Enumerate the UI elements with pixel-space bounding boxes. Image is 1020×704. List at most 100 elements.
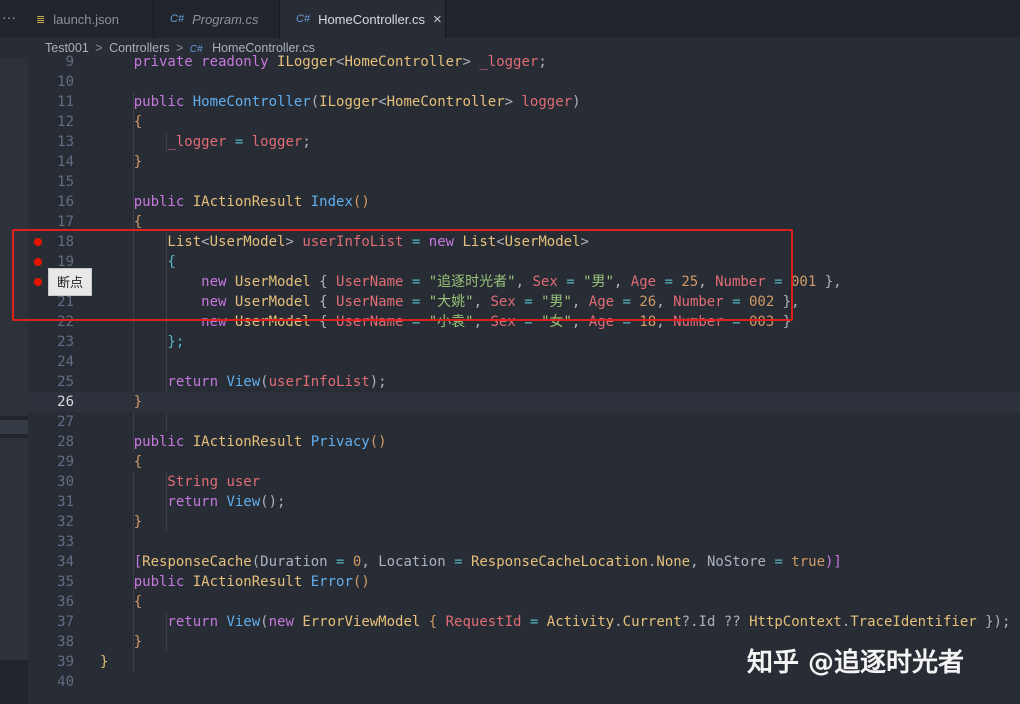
tab-label: launch.json bbox=[53, 11, 119, 27]
code-line[interactable]: 35 public IActionResult Error() bbox=[28, 572, 1020, 592]
line-number: 38 bbox=[57, 634, 74, 650]
code-editor[interactable]: 9 private readonly ILogger<HomeControlle… bbox=[28, 52, 1020, 704]
line-number: 26 bbox=[57, 394, 74, 410]
code-token: () bbox=[352, 574, 370, 590]
code-token: true bbox=[791, 554, 825, 570]
breakpoint-tooltip: 断点 bbox=[48, 268, 92, 296]
line-code: public IActionResult Error() bbox=[100, 572, 370, 592]
code-line[interactable]: 16 public IActionResult Index() bbox=[28, 192, 1020, 212]
code-token: }); bbox=[976, 614, 1011, 630]
tab-homecontroller-cs[interactable]: C# HomeController.cs × bbox=[280, 0, 446, 38]
code-token: None bbox=[656, 554, 691, 570]
code-token: = bbox=[445, 554, 471, 570]
tab-bar: ··· ≣ launch.json C# Program.cs C# HomeC… bbox=[0, 0, 1020, 38]
code-token: HttpContext bbox=[749, 614, 842, 630]
code-token: public bbox=[100, 574, 193, 590]
code-line[interactable]: 23 }; bbox=[28, 332, 1020, 352]
line-code: public IActionResult Privacy() bbox=[100, 432, 387, 452]
code-token: )] bbox=[825, 554, 842, 570]
code-token: Current bbox=[622, 614, 682, 630]
line-number: 10 bbox=[57, 74, 74, 90]
code-token: ; bbox=[538, 54, 547, 70]
code-line[interactable]: 32 } bbox=[28, 512, 1020, 532]
line-code: private readonly ILogger<HomeController>… bbox=[100, 52, 547, 72]
code-line[interactable]: 28 public IActionResult Privacy() bbox=[28, 432, 1020, 452]
code-token: IActionResult bbox=[192, 574, 311, 590]
code-token: ); bbox=[369, 374, 387, 390]
line-number: 11 bbox=[57, 94, 74, 110]
code-line[interactable]: 11 public HomeController(ILogger<HomeCon… bbox=[28, 92, 1020, 112]
close-icon[interactable]: × bbox=[433, 11, 442, 28]
line-number: 29 bbox=[57, 454, 74, 470]
line-code: _logger = logger; bbox=[100, 132, 311, 152]
code-token: > bbox=[462, 54, 480, 70]
code-line[interactable]: 27 bbox=[28, 412, 1020, 432]
code-token: IActionResult bbox=[192, 434, 311, 450]
line-number: 40 bbox=[57, 674, 74, 690]
more-actions-icon[interactable]: ··· bbox=[0, 0, 20, 38]
code-token: { bbox=[100, 594, 143, 610]
line-number: 9 bbox=[65, 54, 74, 70]
code-line[interactable]: 10 bbox=[28, 72, 1020, 92]
code-line[interactable]: 14 } bbox=[28, 152, 1020, 172]
highlight-box bbox=[12, 229, 793, 321]
line-number: 24 bbox=[57, 354, 74, 370]
code-line[interactable]: 15 bbox=[28, 172, 1020, 192]
line-number: 32 bbox=[57, 514, 74, 530]
code-token: } bbox=[100, 154, 143, 170]
line-number: 27 bbox=[57, 414, 74, 430]
code-token: ILogger bbox=[319, 94, 379, 110]
code-token: = bbox=[765, 554, 792, 570]
code-token: String bbox=[100, 474, 227, 490]
code-line[interactable]: 24 bbox=[28, 352, 1020, 372]
code-token: . bbox=[614, 614, 623, 630]
code-token: Error bbox=[310, 574, 353, 590]
line-number: 36 bbox=[57, 594, 74, 610]
code-line[interactable]: 30 String user bbox=[28, 472, 1020, 492]
tab-program-cs[interactable]: C# Program.cs bbox=[154, 0, 280, 38]
code-token: { bbox=[100, 454, 143, 470]
code-line[interactable]: 13 _logger = logger; bbox=[28, 132, 1020, 152]
line-number: 23 bbox=[57, 334, 74, 350]
code-token: { bbox=[100, 214, 143, 230]
tab-launch-json[interactable]: ≣ launch.json bbox=[20, 0, 154, 38]
code-token: Activity bbox=[546, 614, 615, 630]
code-token: TraceIdentifier bbox=[850, 614, 977, 630]
code-line[interactable]: 9 private readonly ILogger<HomeControlle… bbox=[28, 52, 1020, 72]
code-line[interactable]: 29 { bbox=[28, 452, 1020, 472]
watermark: 知乎 @追逐时光者 bbox=[747, 648, 965, 678]
line-number: 15 bbox=[57, 174, 74, 190]
code-token: NoStore bbox=[706, 554, 766, 570]
json-file-icon: ≣ bbox=[36, 13, 46, 26]
line-number: 14 bbox=[57, 154, 74, 170]
code-token: ?? bbox=[715, 614, 750, 630]
code-line[interactable]: 12 { bbox=[28, 112, 1020, 132]
line-number: 28 bbox=[57, 434, 74, 450]
code-line[interactable]: 37 return View(new ErrorViewModel { Requ… bbox=[28, 612, 1020, 632]
code-line[interactable]: 25 return View(userInfoList); bbox=[28, 372, 1020, 392]
line-code: } bbox=[100, 152, 142, 172]
panel-divider bbox=[0, 420, 28, 434]
line-code: return View(userInfoList); bbox=[100, 372, 387, 392]
code-token: ILogger bbox=[277, 54, 337, 70]
code-token: Privacy bbox=[310, 434, 370, 450]
code-line[interactable]: 33 bbox=[28, 532, 1020, 552]
line-code: } bbox=[100, 632, 142, 652]
code-token: return bbox=[100, 494, 227, 510]
code-token: ?. bbox=[681, 614, 699, 630]
code-token: , bbox=[361, 554, 379, 570]
code-token: ResponseCache bbox=[142, 554, 252, 570]
code-line[interactable]: 26 } bbox=[28, 392, 1020, 412]
panel-shade bbox=[0, 438, 28, 660]
line-number: 34 bbox=[57, 554, 74, 570]
code-token: public bbox=[100, 434, 193, 450]
line-number: 37 bbox=[57, 614, 74, 630]
code-line[interactable]: 36 { bbox=[28, 592, 1020, 612]
code-token: = bbox=[327, 554, 353, 570]
code-token: Index bbox=[310, 194, 353, 210]
code-token: ; bbox=[302, 134, 311, 150]
code-line[interactable]: 34 [ResponseCache(Duration = 0, Location… bbox=[28, 552, 1020, 572]
code-line[interactable]: 31 return View(); bbox=[28, 492, 1020, 512]
code-token: HomeController bbox=[386, 94, 505, 110]
line-code: { bbox=[100, 592, 142, 612]
